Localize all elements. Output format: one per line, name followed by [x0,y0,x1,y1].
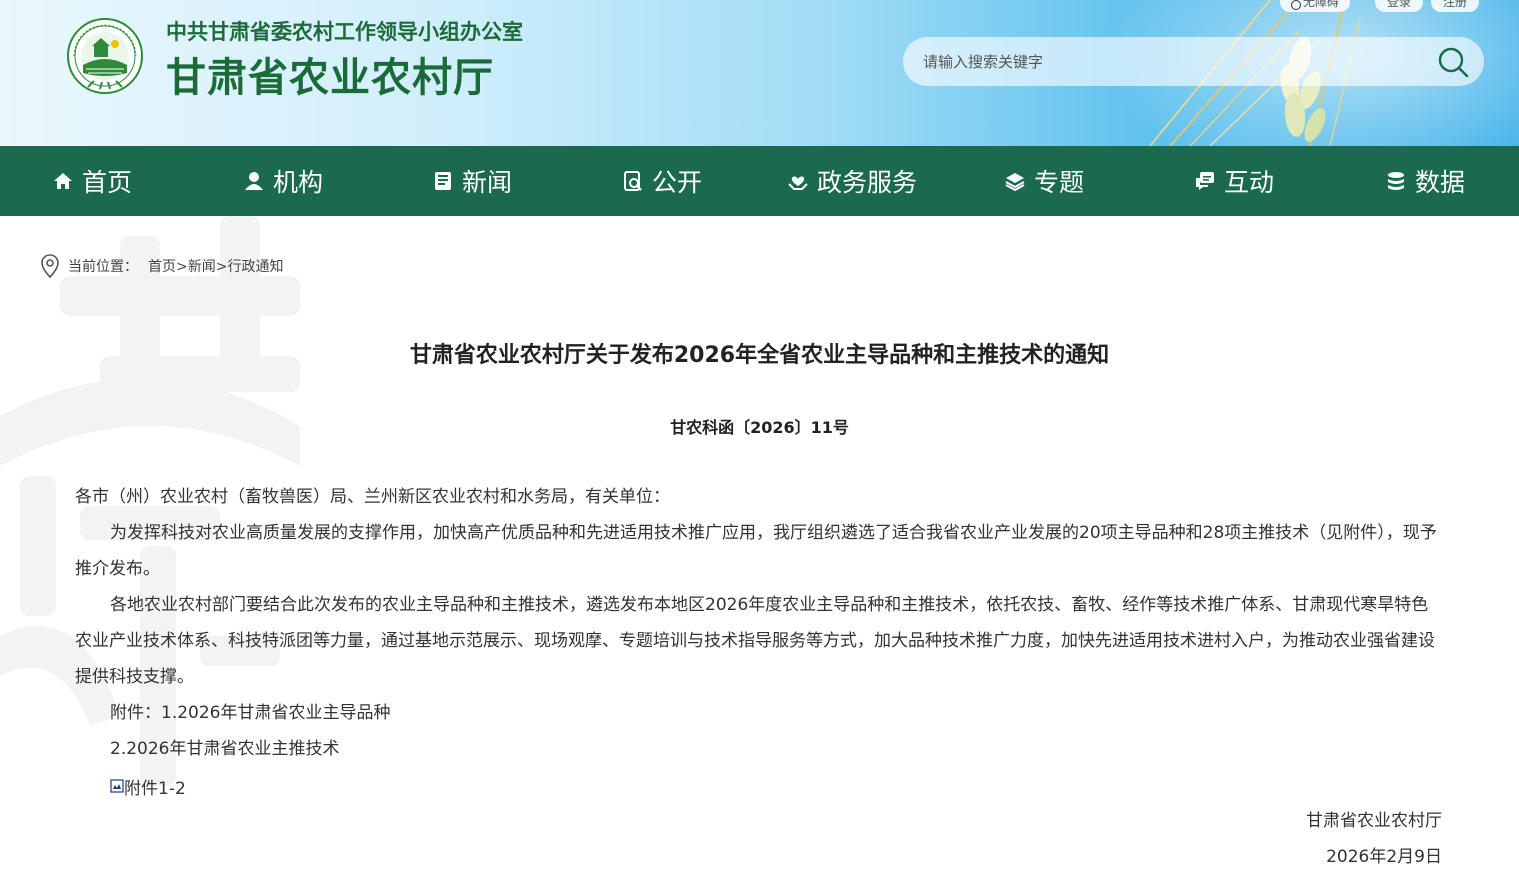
location-pin-icon [41,254,59,278]
breadcrumb-label: 当前位置： [68,259,138,275]
breadcrumb-news-link[interactable]: 新闻 [188,259,216,275]
breadcrumb-separator: > [176,259,188,275]
issue-date: 2026年2月9日 [1326,847,1442,867]
nav-item-topics[interactable]: 专题 [1004,146,1084,216]
layers-icon [1005,173,1025,192]
breadcrumb-separator: > [215,259,228,275]
org-name: 中共甘肃省委农村工作领导小组办公室 [166,20,523,44]
search-icon [1438,47,1469,78]
nav-item-public[interactable]: 公开 [622,146,702,216]
nav-item-interaction[interactable]: 互动 [1194,146,1274,216]
salutation: 各市（州）农业农村（畜牧兽医）局、兰州新区农业农村和水务局，有关单位： [75,487,670,507]
file-attachment-icon [110,779,124,793]
breadcrumb: 当前位置： 首页>新闻>行政通知 [40,254,283,278]
login-link[interactable]: 登录 [1375,0,1423,12]
attachment-item-1: 附件：1.2026年甘肃省农业主导品种 [110,703,391,723]
attachment-item-2: 2.2026年甘肃省农业主推技术 [110,739,340,759]
newspaper-icon [435,172,451,190]
chat-icon [1196,172,1214,190]
accessibility-link[interactable]: 无障碍 [1280,0,1350,12]
breadcrumb-notice-link[interactable]: 行政通知 [227,259,283,275]
register-link[interactable]: 注册 [1431,0,1479,12]
emblem-logo-icon[interactable] [66,17,144,95]
breadcrumb-home-link[interactable]: 首页 [148,259,176,275]
accessibility-icon [1290,0,1301,10]
breadcrumb-trail: 首页>新闻>行政通知 [148,256,283,276]
paragraph-2: 各地农业农村部门要结合此次发布的农业主导品种和主推技术，遴选发布本地区2026年… [75,595,1435,687]
search-bar [903,37,1484,86]
search-input[interactable] [923,46,1403,77]
signature: 甘肃省农业农村厅 [1306,811,1442,831]
document-number: 甘农科函〔2026〕11号 [670,418,849,437]
nav-item-news[interactable]: 新闻 [432,146,512,216]
site-title[interactable]: 甘肃省农业农村厅 [166,45,494,103]
paragraph-1: 为发挥科技对农业高质量发展的支撑作用，加快高产优质品种和先进适用技术推广应用，我… [75,523,1437,579]
nav-item-organization[interactable]: 机构 [243,146,323,216]
main-nav: 首页 机构 新闻 公开 政务服务 专题 互动 数据 [0,146,1519,216]
attachment-download-link[interactable]: 附件1-2 [110,768,186,804]
nav-item-government-services[interactable]: 政务服务 [787,146,917,216]
person-icon [245,172,263,190]
nav-item-data[interactable]: 数据 [1385,146,1465,216]
document-search-icon [624,171,642,191]
search-button[interactable] [1436,45,1470,79]
article-title: 甘肃省农业农村厅关于发布2026年全省农业主导品种和主推技术的通知 [409,343,1110,368]
nav-item-home[interactable]: 首页 [52,146,132,216]
site-header: 中共甘肃省委农村工作领导小组办公室 甘肃省农业农村厅 无障碍 登录 注册 [0,0,1519,146]
heart-hand-icon [788,176,808,190]
home-icon [54,173,72,189]
database-icon [1388,172,1404,190]
